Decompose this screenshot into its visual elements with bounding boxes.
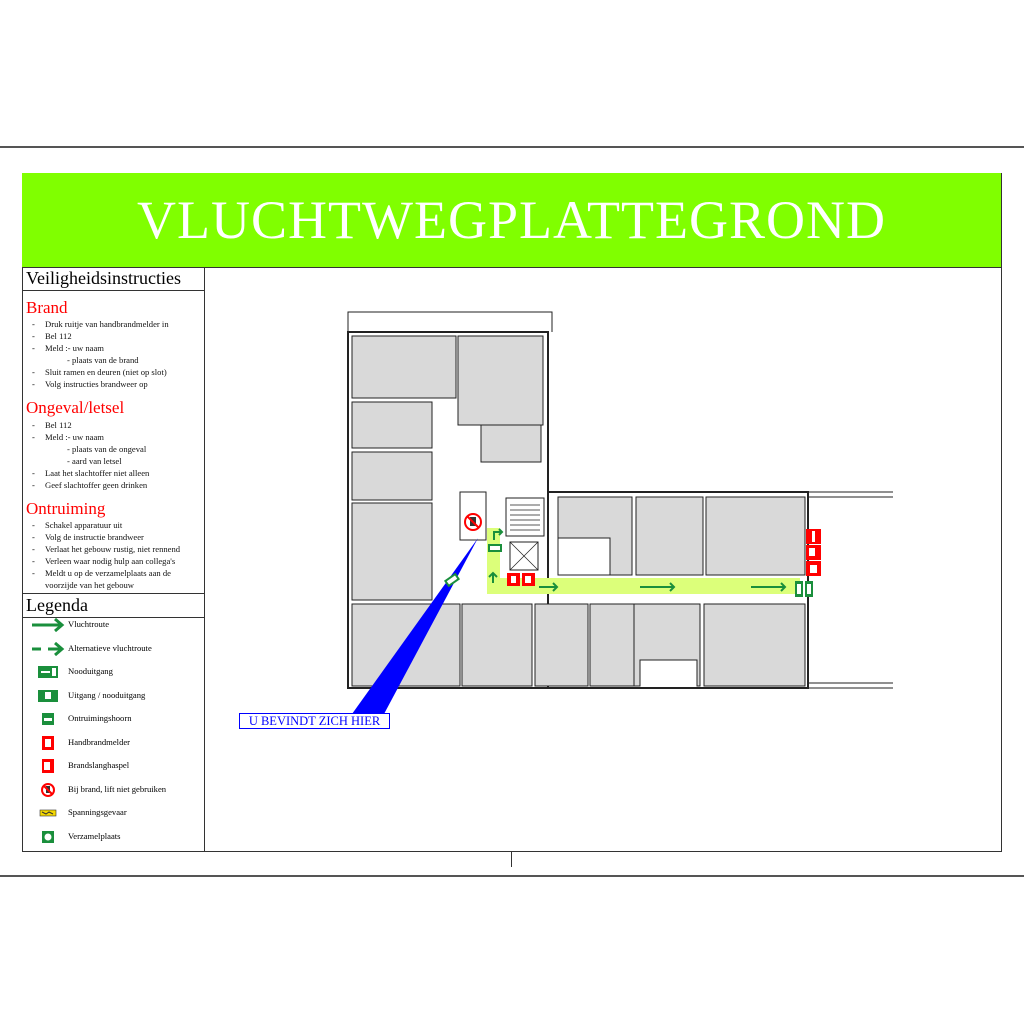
floor-plan <box>347 311 893 714</box>
fire-alarm-button-icon <box>507 573 520 586</box>
no-lift-icon <box>464 513 482 531</box>
exit-sign-icon <box>805 581 813 597</box>
fire-hose-reel-icon <box>806 545 821 560</box>
exit-sign-icon <box>795 581 803 597</box>
evacuation-plan-page: VLUCHTWEGPLATTEGROND Veiligheidsinstruct… <box>0 0 1024 1024</box>
fire-alarm-button-icon <box>806 561 821 576</box>
exit-sign-icon <box>488 544 502 552</box>
you-are-here-label: U BEVINDT ZICH HIER <box>239 713 390 729</box>
fire-hose-reel-icon <box>522 573 535 586</box>
fire-extinguisher-icon <box>806 529 821 544</box>
